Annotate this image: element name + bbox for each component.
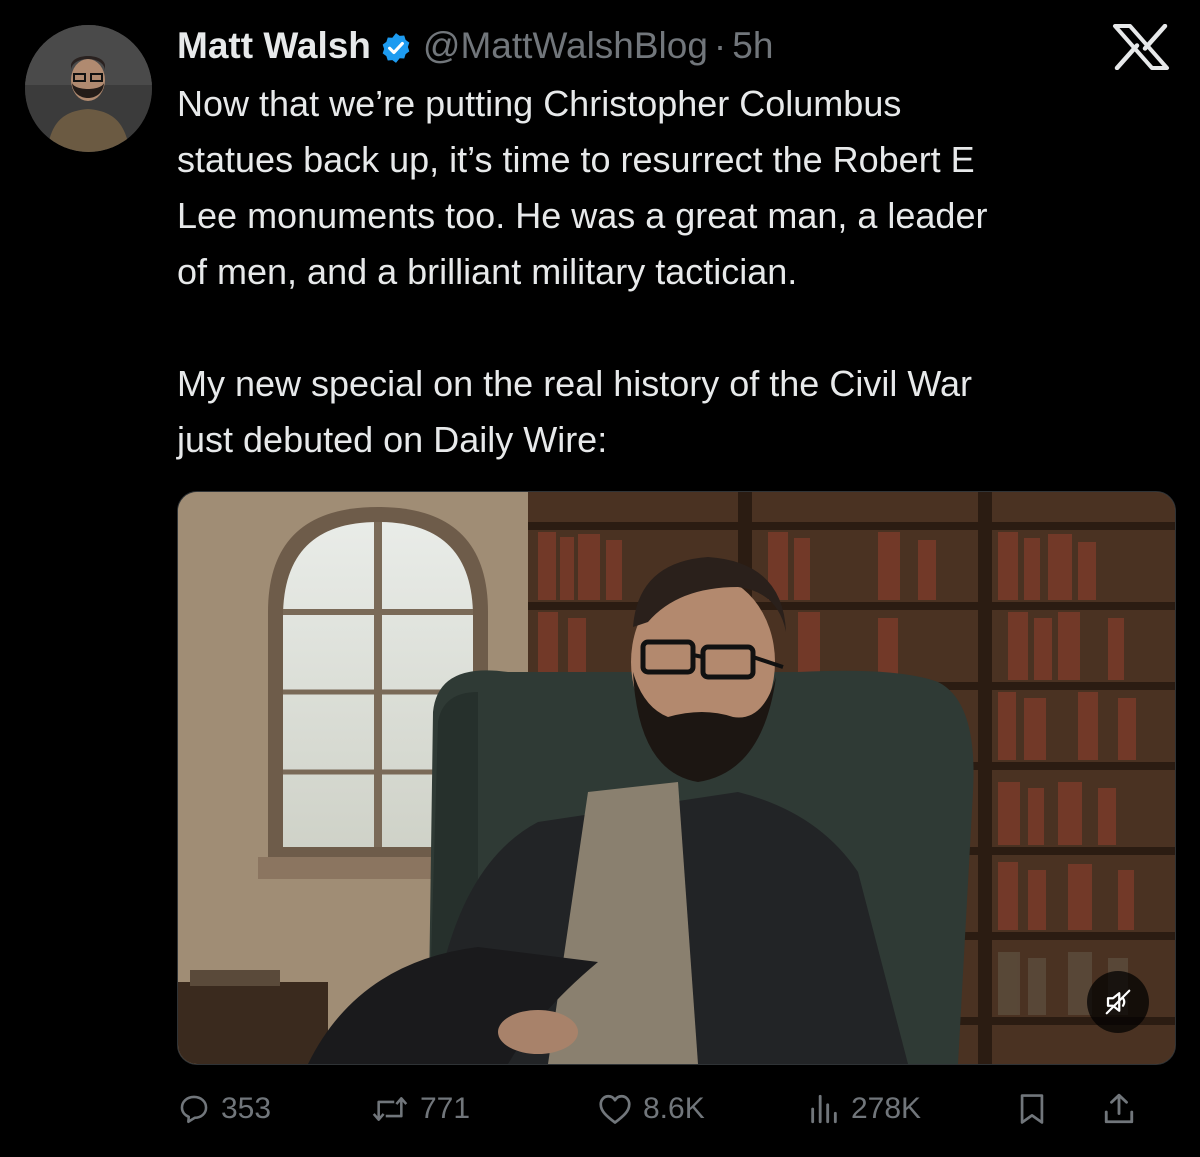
bookmark-icon bbox=[1020, 1094, 1044, 1124]
tweet-body: Now that we’re putting Christopher Colum… bbox=[177, 76, 1177, 468]
repost-arrows-icon bbox=[372, 1097, 408, 1121]
repost-count: 771 bbox=[420, 1092, 471, 1125]
author-name[interactable]: Matt Walsh bbox=[177, 22, 371, 70]
bookmark-button[interactable] bbox=[1017, 1084, 1057, 1134]
tweet-action-bar: 353 771 8.6K 278K bbox=[177, 1084, 1174, 1134]
x-logo-icon bbox=[1112, 23, 1170, 71]
like-count: 8.6K bbox=[643, 1092, 705, 1125]
timestamp[interactable]: 5h bbox=[732, 22, 773, 70]
tweet-header: Matt Walsh @MattWalshBlog · 5h bbox=[177, 22, 773, 70]
views-button[interactable]: 278K bbox=[807, 1084, 921, 1134]
mute-toggle-button[interactable] bbox=[1087, 971, 1149, 1033]
separator-dot: · bbox=[713, 25, 727, 66]
author-handle[interactable]: @MattWalshBlog bbox=[423, 22, 708, 70]
like-button[interactable]: 8.6K bbox=[597, 1084, 705, 1134]
video-frame bbox=[178, 492, 1175, 1064]
muted-speaker-icon bbox=[1105, 989, 1131, 1015]
share-button[interactable] bbox=[1101, 1084, 1147, 1134]
view-count: 278K bbox=[851, 1092, 922, 1125]
bar-chart-icon bbox=[811, 1094, 837, 1124]
video-player[interactable] bbox=[177, 491, 1176, 1065]
tweet-paragraph: My new special on the real history of th… bbox=[177, 363, 972, 460]
repost-button[interactable]: 771 bbox=[370, 1084, 470, 1134]
reply-count: 353 bbox=[221, 1092, 272, 1125]
tweet-paragraph: Now that we’re putting Christopher Colum… bbox=[177, 83, 988, 292]
share-upload-icon bbox=[1104, 1093, 1134, 1124]
reply-button[interactable]: 353 bbox=[177, 1084, 271, 1134]
heart-icon bbox=[599, 1094, 631, 1124]
verified-badge-icon bbox=[379, 29, 413, 63]
reply-bubble-icon bbox=[180, 1095, 208, 1124]
author-avatar[interactable] bbox=[25, 25, 152, 152]
